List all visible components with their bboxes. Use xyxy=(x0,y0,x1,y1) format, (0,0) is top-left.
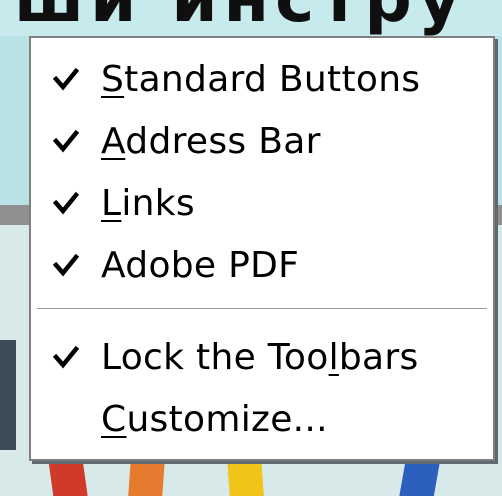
menu-item-links[interactable]: Links xyxy=(31,172,493,234)
check-icon xyxy=(53,67,79,91)
menu-item-address-bar[interactable]: Address Bar xyxy=(31,110,493,172)
screen: ши инстру Standard Buttons Address Bar L… xyxy=(0,0,502,496)
check-icon xyxy=(53,345,79,369)
menu-item-adobe-pdf[interactable]: Adobe PDF xyxy=(31,234,493,296)
background-edge xyxy=(0,340,16,450)
slide-title-band: ши инстру xyxy=(0,0,502,36)
menu-item-label: Address Bar xyxy=(101,120,321,162)
menu-item-customize[interactable]: Customize... xyxy=(31,388,493,450)
toolbars-context-menu: Standard Buttons Address Bar Links Adobe… xyxy=(29,36,495,461)
menu-separator xyxy=(37,308,487,310)
menu-item-lock-toolbars[interactable]: Lock the Toolbars xyxy=(31,326,493,388)
background-title-text: ши инстру xyxy=(14,0,467,32)
menu-item-label: Links xyxy=(101,182,195,224)
menu-item-label: Lock the Toolbars xyxy=(101,336,419,378)
check-icon xyxy=(53,253,79,277)
menu-item-label: Customize... xyxy=(101,398,328,440)
check-icon xyxy=(53,191,79,215)
menu-item-label: Standard Buttons xyxy=(101,58,421,100)
menu-item-label: Adobe PDF xyxy=(101,244,300,286)
menu-item-standard-buttons[interactable]: Standard Buttons xyxy=(31,48,493,110)
check-icon xyxy=(53,129,79,153)
